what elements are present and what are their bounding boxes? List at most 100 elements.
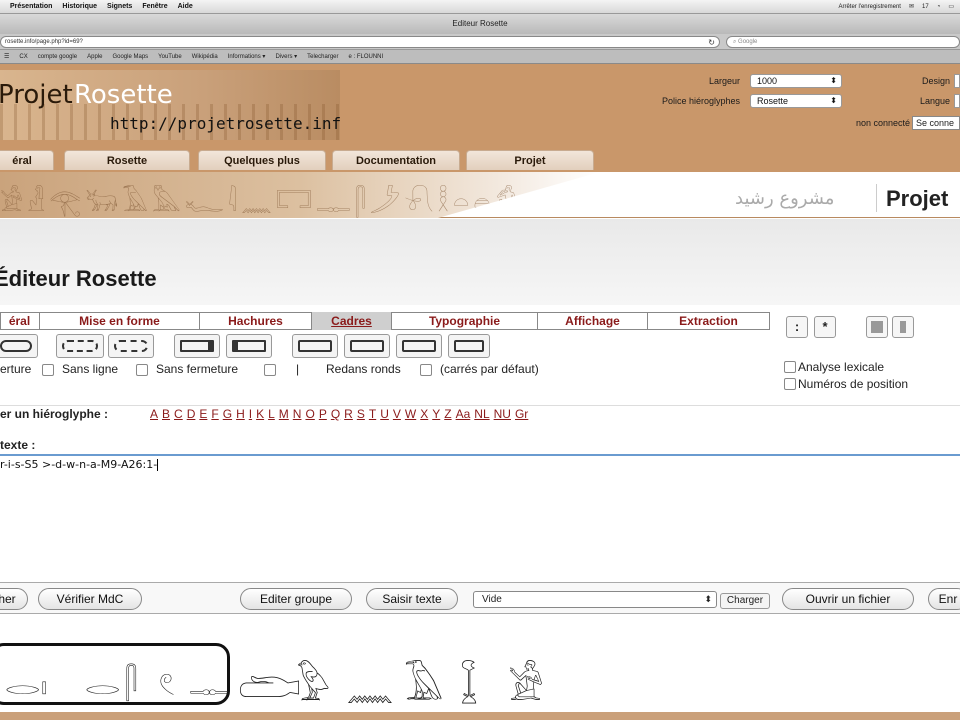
- bookmark-item[interactable]: Divers ▾: [275, 53, 297, 60]
- letter-link[interactable]: U: [380, 407, 389, 421]
- analyse-lexicale-checkbox[interactable]: [784, 361, 796, 373]
- option-sans-ligne-checkbox[interactable]: [136, 364, 148, 376]
- letter-link[interactable]: N: [293, 407, 302, 421]
- bookmark-item[interactable]: YouTube: [158, 54, 182, 60]
- bookmarks-icon[interactable]: ☰: [4, 53, 9, 60]
- frame-square-3-button[interactable]: [396, 334, 442, 358]
- letter-link[interactable]: F: [211, 407, 218, 421]
- glyph-bolt[interactable]: 𓊃: [189, 654, 230, 704]
- menu-signets[interactable]: Signets: [107, 3, 132, 10]
- bookmark-item[interactable]: compte google: [38, 54, 77, 60]
- menu-presentation[interactable]: Présentation: [10, 3, 52, 10]
- tab-projet[interactable]: Projet: [466, 150, 594, 170]
- letter-link[interactable]: O: [305, 407, 314, 421]
- hwt-button[interactable]: [226, 334, 272, 358]
- gray-square-button[interactable]: [866, 316, 888, 338]
- tab-quelques-plus[interactable]: Quelques plus: [198, 150, 326, 170]
- site-logo[interactable]: Projet Rosette http://projetrosette.info: [0, 70, 340, 140]
- frame-square-button[interactable]: [292, 334, 338, 358]
- star-button[interactable]: *: [814, 316, 836, 338]
- letter-link[interactable]: Gr: [515, 407, 528, 421]
- serekh-button[interactable]: [174, 334, 220, 358]
- glyph-hand-d[interactable]: 𓂧: [238, 648, 301, 714]
- enregistrer-button[interactable]: Enr: [928, 588, 960, 610]
- letter-link[interactable]: R: [344, 407, 353, 421]
- letter-link[interactable]: G: [223, 407, 232, 421]
- bookmark-item[interactable]: CX: [19, 54, 27, 60]
- letter-link[interactable]: P: [319, 407, 327, 421]
- design-select[interactable]: [954, 74, 960, 88]
- editer-groupe-button[interactable]: Editer groupe: [240, 588, 352, 610]
- menu-fenetre[interactable]: Fenêtre: [142, 3, 167, 10]
- ouvrir-fichier-button[interactable]: Ouvrir un fichier: [782, 588, 914, 610]
- glyph-lotus-m9[interactable]: 𓆼: [460, 648, 478, 714]
- frame-square-4-button[interactable]: [448, 334, 490, 358]
- editor-tab-hachures[interactable]: Hachures: [200, 312, 312, 330]
- cartouche-round-button[interactable]: [0, 334, 38, 358]
- letter-link[interactable]: T: [369, 407, 376, 421]
- letter-link[interactable]: B: [162, 407, 170, 421]
- glyph-mouth-r[interactable]: 𓂋: [5, 654, 40, 704]
- frame-square-2-button[interactable]: [344, 334, 390, 358]
- bookmark-item[interactable]: Wikipédia: [192, 54, 218, 60]
- numeros-position-checkbox[interactable]: [784, 378, 796, 390]
- cartouche-dashed-button[interactable]: [56, 334, 104, 358]
- bookmark-item[interactable]: Telecharger: [307, 54, 338, 60]
- letter-link[interactable]: D: [187, 407, 196, 421]
- tab-general[interactable]: éral: [0, 150, 54, 170]
- glyph-water-n[interactable]: 𓈖: [346, 648, 394, 714]
- editor-tab-general[interactable]: éral: [0, 312, 40, 330]
- saisir-texte-button[interactable]: Saisir texte: [366, 588, 458, 610]
- glyph-man-a26[interactable]: 𓀀: [508, 648, 544, 714]
- gray-bar-button[interactable]: [892, 316, 914, 338]
- editor-tab-affichage[interactable]: Affichage: [538, 312, 648, 330]
- charger-button[interactable]: Charger: [720, 593, 770, 609]
- glyph-mouth-r-2[interactable]: 𓂋: [85, 654, 120, 704]
- option-fermeture-checkbox[interactable]: [42, 364, 54, 376]
- letter-link[interactable]: X: [420, 407, 428, 421]
- mdc-text-area[interactable]: r-i-s-S5 >-d-w-n-a-M9-A26:1-: [0, 454, 960, 582]
- letter-link[interactable]: V: [393, 407, 401, 421]
- letter-link[interactable]: NL: [474, 407, 489, 421]
- letter-link[interactable]: L: [268, 407, 275, 421]
- letter-link[interactable]: E: [199, 407, 207, 421]
- letter-link[interactable]: K: [256, 407, 264, 421]
- menu-historique[interactable]: Historique: [62, 3, 97, 10]
- letter-link[interactable]: NU: [494, 407, 511, 421]
- police-select[interactable]: Rosette ⬍: [750, 94, 842, 108]
- cartouche-frame[interactable]: 𓂋 𓏤 𓂋 𓋴 𓏲 𓊃: [0, 643, 230, 705]
- verifier-mdc-button[interactable]: Vérifier MdC: [38, 588, 142, 610]
- reload-icon[interactable]: ↻: [708, 37, 715, 48]
- glyph-quail-chick[interactable]: 𓏲: [159, 654, 175, 704]
- tab-rosette[interactable]: Rosette: [64, 150, 190, 170]
- bookmark-item[interactable]: Apple: [87, 54, 102, 60]
- afficher-button[interactable]: her: [0, 588, 28, 610]
- letter-link[interactable]: A: [150, 407, 158, 421]
- menu-aide[interactable]: Aide: [178, 3, 193, 10]
- option-redans-checkbox[interactable]: [420, 364, 432, 376]
- letter-link[interactable]: I: [249, 407, 252, 421]
- record-stop-status[interactable]: Arrêter l'enregistrement: [838, 4, 901, 10]
- bookmark-item[interactable]: Informations ▾: [228, 53, 266, 60]
- file-select[interactable]: Vide ⬍: [473, 591, 717, 608]
- langue-select[interactable]: [954, 94, 960, 108]
- search-field[interactable]: ⌕ Google: [726, 36, 960, 48]
- letter-link[interactable]: C: [174, 407, 183, 421]
- tab-documentation[interactable]: Documentation: [332, 150, 460, 170]
- bookmark-item[interactable]: e : FLOUNNI: [349, 54, 384, 60]
- letter-link[interactable]: S: [357, 407, 365, 421]
- address-field[interactable]: rosette.info/page.php?id=69? ↻: [0, 36, 720, 48]
- letter-link[interactable]: Z: [444, 407, 451, 421]
- editor-tab-extraction[interactable]: Extraction: [648, 312, 770, 330]
- login-field[interactable]: Se conne: [912, 116, 960, 130]
- editor-tab-typographie[interactable]: Typographie: [392, 312, 538, 330]
- editor-tab-mise-en-forme[interactable]: Mise en forme: [40, 312, 200, 330]
- glyph-vulture-a[interactable]: 𓄿: [404, 648, 443, 714]
- letter-link[interactable]: Aa: [456, 407, 471, 421]
- glyph-stroke[interactable]: 𓏤: [41, 654, 47, 704]
- letter-link[interactable]: Q: [331, 407, 340, 421]
- largeur-select[interactable]: 1000 ⬍: [750, 74, 842, 88]
- option-sans-fermeture-checkbox[interactable]: [264, 364, 276, 376]
- letter-link[interactable]: H: [236, 407, 245, 421]
- letter-link[interactable]: M: [279, 407, 289, 421]
